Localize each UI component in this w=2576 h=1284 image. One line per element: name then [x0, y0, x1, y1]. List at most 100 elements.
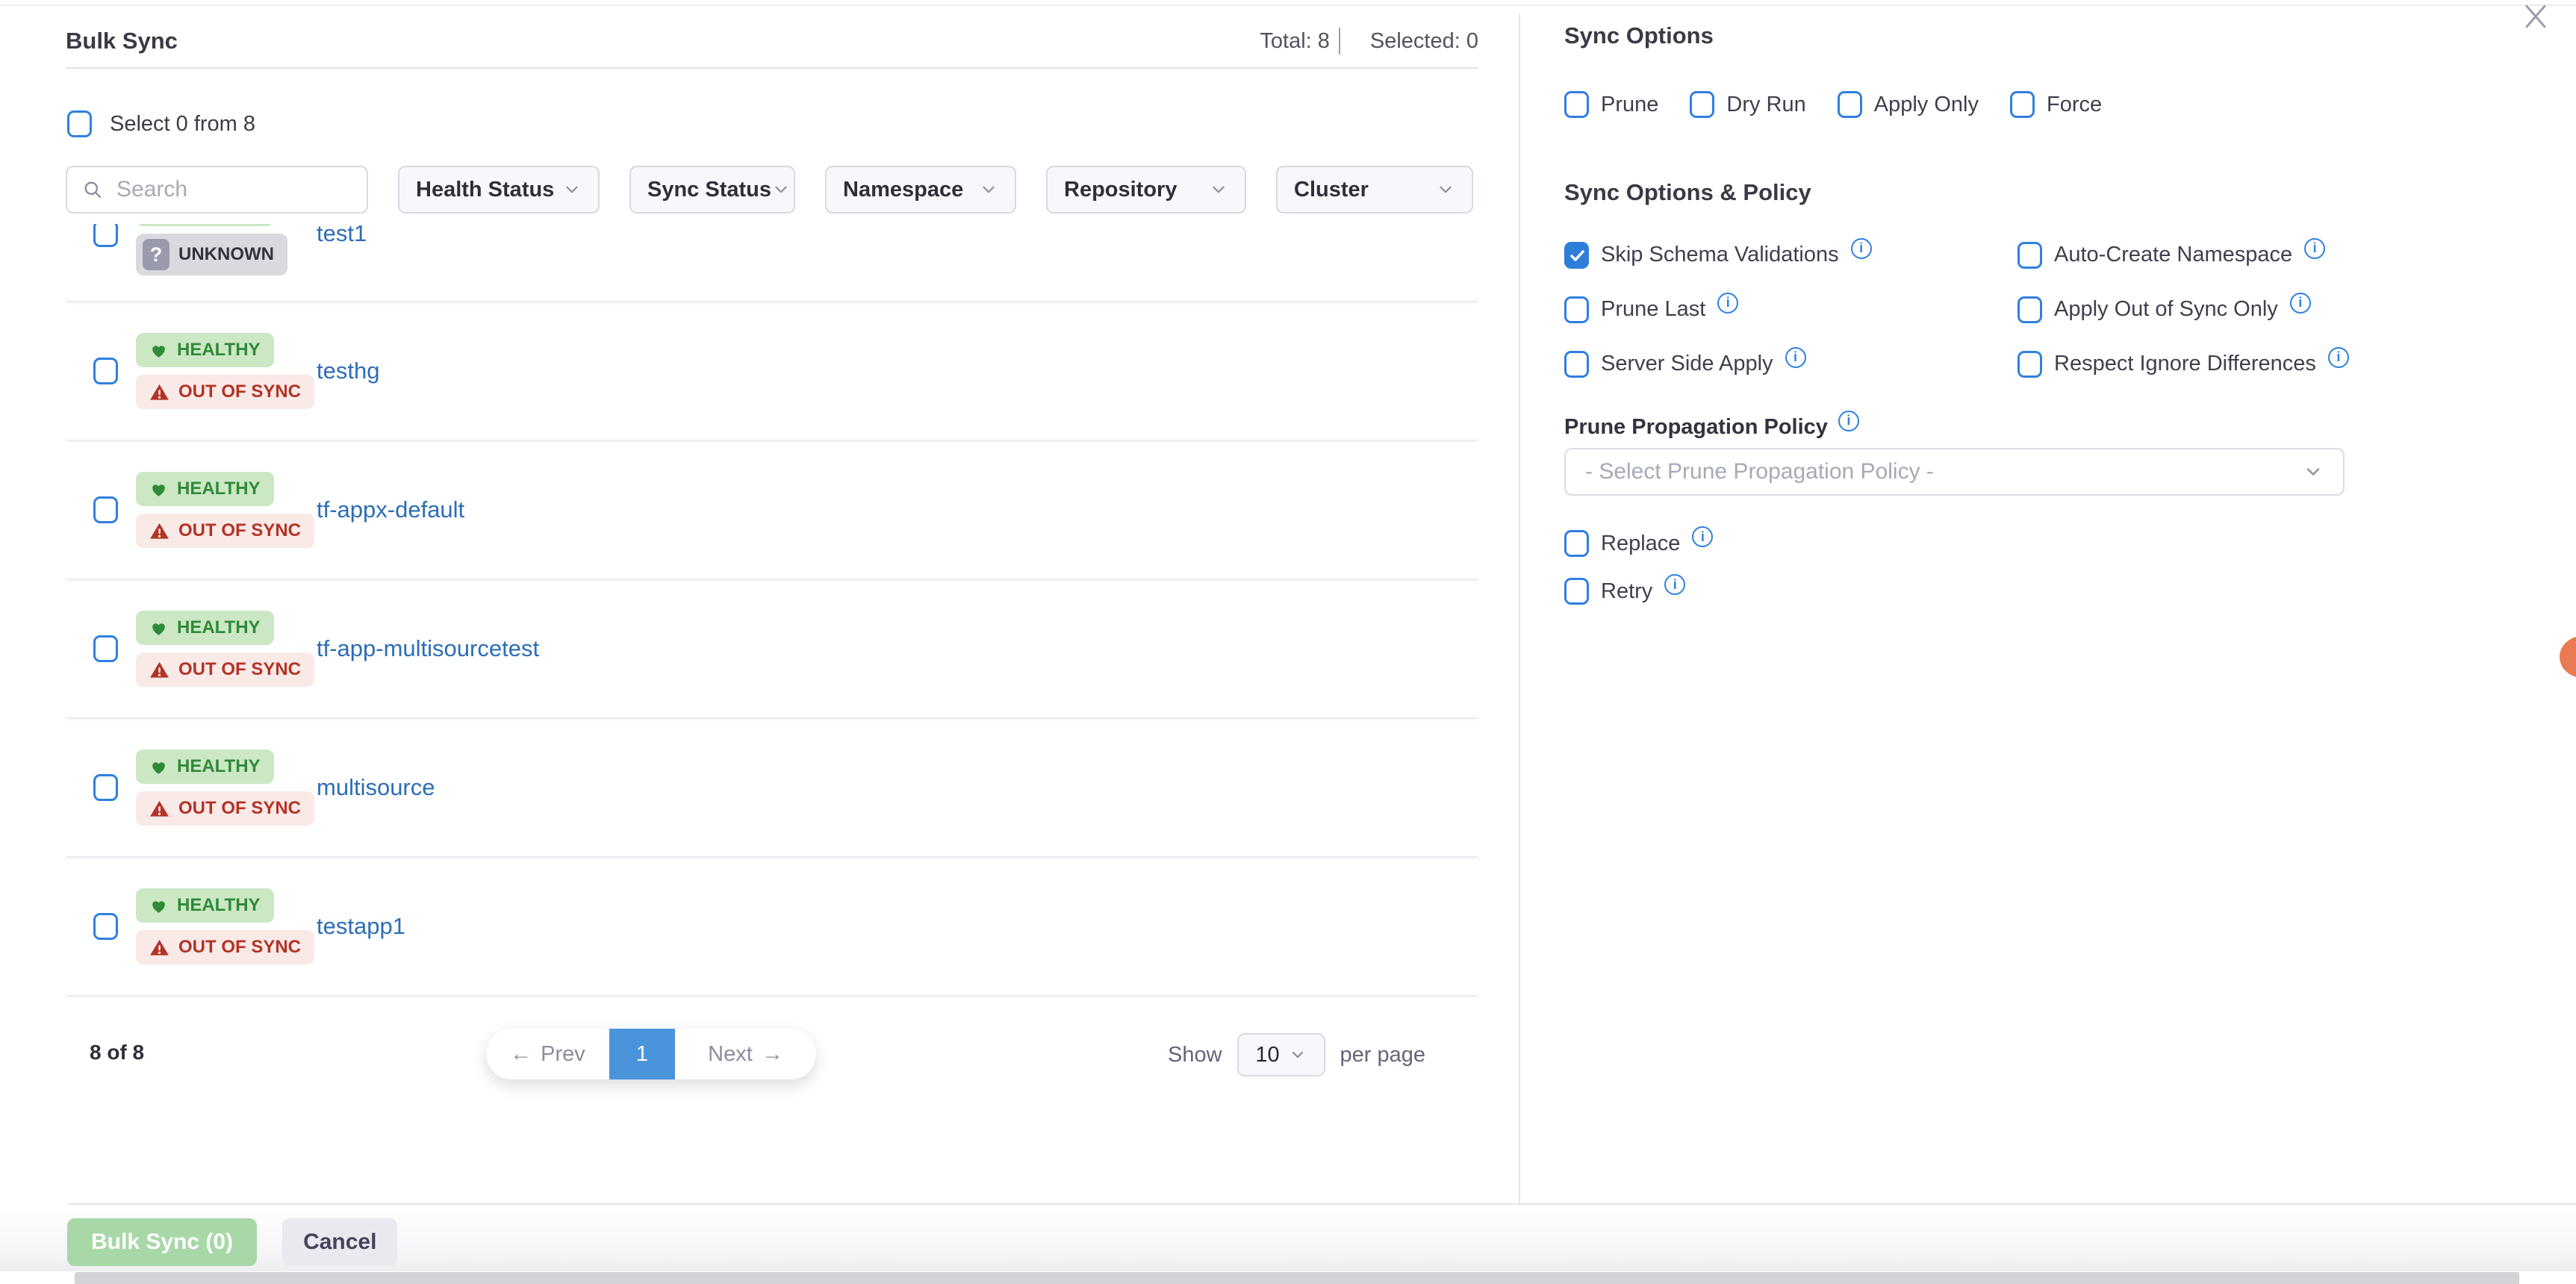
- filter-dropdown[interactable]: Repository: [1046, 166, 1246, 214]
- heart-icon: [149, 480, 168, 499]
- info-icon[interactable]: i: [1838, 411, 1859, 431]
- filter-dropdown[interactable]: Sync Status: [629, 166, 795, 214]
- prune-propagation-policy-select[interactable]: - Select Prune Propagation Policy -: [1564, 448, 2345, 496]
- filter-dropdown[interactable]: Health Status: [398, 166, 600, 214]
- option-checkbox[interactable]: [2017, 351, 2042, 378]
- filters-row: Health Status Sync Status Namespace Repo…: [66, 166, 1473, 214]
- pager: ← Prev 1 Next →: [486, 1029, 816, 1079]
- sync-policy-title: Sync Options & Policy: [1564, 179, 1811, 206]
- chevron-down-icon: [1209, 180, 1228, 199]
- status-badges: HEALTHY OUT OF SYNC: [136, 611, 308, 687]
- app-name-link[interactable]: test1: [317, 224, 367, 247]
- next-page-button[interactable]: Next →: [675, 1029, 816, 1079]
- option-checkbox[interactable]: [1564, 578, 1589, 605]
- warning-icon: [149, 382, 169, 402]
- option-checkbox[interactable]: [1690, 91, 1714, 118]
- filter-label: Sync Status: [647, 178, 771, 202]
- chevron-down-icon: [979, 180, 998, 199]
- info-icon[interactable]: i: [1664, 574, 1685, 595]
- info-icon[interactable]: i: [1851, 238, 1872, 259]
- option-checkbox[interactable]: [2010, 91, 2035, 118]
- totals-divider: [1339, 28, 1340, 54]
- info-icon[interactable]: i: [2304, 238, 2325, 259]
- option-checkbox[interactable]: [1564, 242, 1589, 269]
- sync-option: Retry i: [1564, 578, 1685, 605]
- option-label: Respect Ignore Differences: [2054, 352, 2316, 376]
- health-status-label: HEALTHY: [177, 617, 261, 638]
- health-status-label: HEALTHY: [177, 340, 261, 361]
- per-page-label: per page: [1340, 1043, 1426, 1068]
- row-checkbox[interactable]: [93, 635, 118, 662]
- health-status-label: HEALTHY: [177, 479, 261, 499]
- table-row: HEALTHY ? UNKNOWN test1: [66, 224, 1478, 302]
- table-row: HEALTHY OUT OF SYNC tf-appx-default: [66, 441, 1478, 580]
- chevron-down-icon: [1289, 1046, 1307, 1064]
- quick-sync-options: Prune Dry Run Apply Only Force: [1564, 91, 2102, 118]
- search-input[interactable]: [115, 176, 352, 203]
- option-checkbox[interactable]: [1838, 91, 1862, 118]
- option-checkbox[interactable]: [1564, 530, 1589, 557]
- sync-status-badge: OUT OF SYNC: [136, 375, 314, 409]
- option-checkbox[interactable]: [1564, 351, 1589, 378]
- filter-label: Health Status: [416, 178, 554, 202]
- app-name-link[interactable]: tf-app-multisourcetest: [317, 635, 539, 662]
- option-checkbox[interactable]: [2017, 296, 2042, 323]
- sync-status-badge: ? UNKNOWN: [136, 234, 287, 275]
- cancel-button[interactable]: Cancel: [282, 1218, 397, 1266]
- floating-widget-button[interactable]: [2560, 636, 2576, 678]
- selected-count: Selected: 0: [1370, 29, 1478, 54]
- filter-dropdown[interactable]: Cluster: [1276, 166, 1473, 214]
- sync-option: Server Side Apply i: [1564, 349, 2017, 378]
- status-badges: HEALTHY OUT OF SYNC: [136, 333, 308, 409]
- prune-propagation-policy-label: Prune Propagation Policy: [1564, 415, 1828, 440]
- app-name-link[interactable]: testhg: [317, 358, 379, 384]
- row-checkbox[interactable]: [93, 496, 118, 523]
- chevron-down-icon: [562, 180, 582, 199]
- option-checkbox[interactable]: [1564, 91, 1589, 118]
- sync-status-label: OUT OF SYNC: [178, 381, 301, 402]
- warning-icon: [149, 521, 169, 541]
- row-checkbox[interactable]: [93, 913, 118, 940]
- option-checkbox[interactable]: [1564, 296, 1589, 323]
- filter-label: Repository: [1064, 178, 1177, 202]
- bulk-sync-button[interactable]: Bulk Sync (0): [67, 1218, 257, 1266]
- info-icon[interactable]: i: [2328, 347, 2349, 368]
- page-size-select[interactable]: 10: [1237, 1033, 1325, 1076]
- health-status-badge: HEALTHY: [136, 333, 274, 367]
- status-badges: HEALTHY OUT OF SYNC: [136, 749, 308, 826]
- sync-option: Apply Out of Sync Only i: [2017, 295, 2349, 324]
- health-status-label: HEALTHY: [177, 756, 261, 777]
- row-checkbox[interactable]: [93, 224, 118, 247]
- app-name-link[interactable]: tf-appx-default: [317, 496, 464, 523]
- table-row: HEALTHY OUT OF SYNC tf-app-multisourcete…: [66, 580, 1478, 719]
- health-status-badge: HEALTHY: [136, 888, 274, 923]
- option-checkbox[interactable]: [2017, 242, 2042, 269]
- sync-status-badge: OUT OF SYNC: [136, 514, 314, 548]
- app-name-link[interactable]: testapp1: [317, 913, 405, 940]
- warning-icon: [149, 799, 169, 819]
- chevron-down-icon: [1436, 180, 1455, 199]
- option-label: Apply Out of Sync Only: [2054, 297, 2278, 322]
- status-badges: HEALTHY OUT OF SYNC: [136, 472, 308, 548]
- pagination: 8 of 8 ← Prev 1 Next → Show 10 per page: [66, 1029, 1478, 1081]
- filter-dropdown[interactable]: Namespace: [825, 166, 1016, 214]
- sync-status-label: UNKNOWN: [178, 244, 274, 265]
- app-name-link[interactable]: multisource: [317, 774, 435, 801]
- info-icon[interactable]: i: [1717, 293, 1738, 314]
- info-icon[interactable]: i: [1692, 526, 1713, 547]
- warning-icon: [149, 938, 169, 958]
- info-icon[interactable]: i: [1785, 347, 1806, 368]
- prev-page-button[interactable]: ← Prev: [486, 1029, 609, 1079]
- row-checkbox[interactable]: [93, 774, 118, 801]
- info-icon[interactable]: i: [2290, 293, 2311, 314]
- current-page-button[interactable]: 1: [609, 1029, 675, 1079]
- option-label: Prune: [1601, 93, 1658, 117]
- heart-icon: [149, 758, 168, 776]
- health-status-label: HEALTHY: [177, 895, 261, 916]
- row-checkbox[interactable]: [93, 358, 118, 384]
- option-label: Server Side Apply: [1601, 352, 1773, 376]
- select-all-row: Select 0 from 8: [67, 110, 255, 137]
- select-all-checkbox[interactable]: [67, 110, 92, 137]
- close-icon[interactable]: [2519, 0, 2552, 33]
- question-icon: ?: [143, 239, 169, 270]
